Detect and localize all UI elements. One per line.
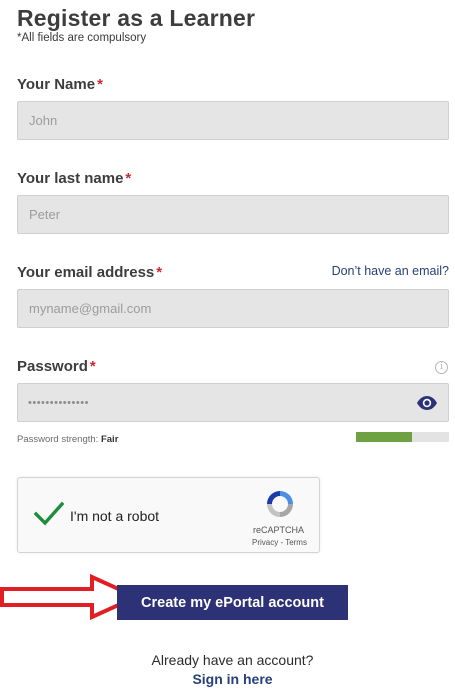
password-strength-label: Password strength:: [17, 434, 99, 445]
last-name-label-text: Your last name: [17, 170, 124, 187]
info-icon[interactable]: i: [435, 361, 448, 374]
email-label-text: Your email address: [17, 264, 155, 281]
recaptcha-widget[interactable]: I'm not a robot reCAPTCHA Privacy - Term…: [17, 477, 320, 553]
last-name-field[interactable]: [17, 195, 449, 234]
required-mark: *: [125, 170, 132, 187]
recaptcha-brand: reCAPTCHA: [253, 525, 305, 535]
password-strength-fill: [356, 432, 412, 442]
create-account-button[interactable]: Create my ePortal account: [117, 585, 348, 620]
sign-in-link[interactable]: Sign in here: [0, 671, 455, 687]
password-masked-value[interactable]: ••••••••••••••: [28, 397, 89, 409]
first-name-input[interactable]: [18, 102, 448, 139]
password-strength-text: Password strength: Fair: [17, 434, 118, 445]
password-strength-value: Fair: [100, 434, 119, 445]
password-label: Password *: [17, 358, 96, 375]
password-label-text: Password: [17, 358, 88, 375]
checkmark-icon[interactable]: [34, 501, 64, 527]
no-email-link[interactable]: Don’t have an email?: [332, 264, 449, 278]
last-name-label: Your last name *: [17, 170, 131, 187]
page-subtitle: *All fields are compulsory: [17, 32, 147, 44]
recaptcha-label: I'm not a robot: [70, 508, 160, 524]
first-name-label-text: Your Name: [17, 76, 96, 93]
required-mark: *: [156, 264, 163, 281]
last-name-input[interactable]: [18, 196, 448, 233]
recaptcha-privacy-terms[interactable]: Privacy - Terms: [252, 538, 307, 547]
email-input[interactable]: [18, 290, 448, 327]
already-have-account-text: Already have an account?: [151, 652, 314, 668]
recaptcha-logo-icon: [267, 491, 293, 517]
email-label: Your email address *: [17, 264, 162, 281]
first-name-label: Your Name *: [17, 76, 103, 93]
required-mark: *: [89, 358, 96, 375]
required-mark: *: [97, 76, 103, 93]
email-field[interactable]: [17, 289, 449, 328]
password-strength-bar: [356, 432, 449, 442]
eye-icon[interactable]: [416, 395, 438, 411]
page-title: Register as a Learner: [17, 5, 256, 31]
first-name-field[interactable]: [17, 101, 449, 140]
